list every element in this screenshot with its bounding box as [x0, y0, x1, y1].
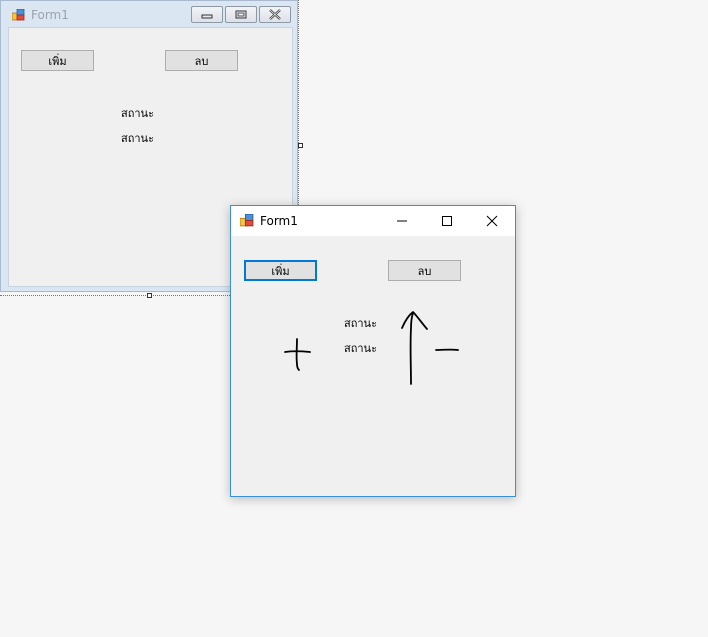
handwritten-minus-icon	[435, 348, 459, 351]
maximize-icon	[235, 10, 247, 19]
running-title-bar[interactable]: Form1	[231, 206, 515, 236]
designer-add-button[interactable]: เพิ่ม	[21, 50, 94, 71]
close-icon	[269, 9, 281, 20]
resize-handle-right[interactable]	[298, 143, 303, 148]
designer-close-button[interactable]	[259, 6, 291, 23]
running-close-button[interactable]	[469, 206, 515, 236]
handwritten-plus-icon	[284, 338, 311, 371]
resize-handle-bottom[interactable]	[147, 293, 152, 298]
maximize-icon	[442, 216, 452, 226]
running-add-button[interactable]: เพิ่ม	[244, 260, 317, 281]
designer-minimize-button[interactable]	[191, 6, 223, 23]
handwritten-up-arrow-icon	[401, 311, 428, 385]
minimize-icon	[201, 14, 213, 19]
designer-window-title: Form1	[31, 8, 69, 22]
running-status-label-1: สถานะ	[344, 317, 377, 330]
designer-title-bar: Form1	[1, 1, 297, 27]
running-maximize-button[interactable]	[424, 206, 470, 236]
app-icon	[12, 9, 25, 21]
designer-delete-button[interactable]: ลบ	[165, 50, 238, 71]
designer-status-label-1: สถานะ	[121, 107, 154, 120]
close-icon	[486, 215, 498, 227]
running-window-title: Form1	[260, 214, 298, 228]
designer-status-label-2: สถานะ	[121, 132, 154, 145]
designer-maximize-button[interactable]	[225, 6, 257, 23]
running-delete-button[interactable]: ลบ	[388, 260, 461, 281]
running-status-label-2: สถานะ	[344, 342, 377, 355]
running-minimize-button[interactable]	[379, 206, 425, 236]
minimize-icon	[397, 220, 407, 222]
app-icon	[240, 214, 254, 227]
